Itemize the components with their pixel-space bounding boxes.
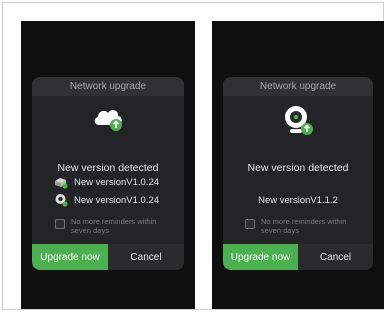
- right-screen: Network upgrade New version detected New…: [212, 21, 384, 309]
- reminder-label: No more reminders within seven days: [261, 217, 347, 235]
- upgrade-now-button[interactable]: Upgrade now: [223, 244, 298, 270]
- reminder-checkbox[interactable]: [55, 219, 65, 229]
- frame: Network upgrade New version detected New…: [2, 2, 384, 310]
- upgrade-dialog: Network upgrade New version detected New…: [32, 77, 184, 270]
- cloud-upgrade-icon: [94, 110, 122, 131]
- camera-upgrade-icon: [285, 106, 313, 135]
- reminder-checkbox[interactable]: [245, 219, 255, 229]
- reminder-option[interactable]: No more reminders within seven days: [32, 217, 184, 235]
- version-row: New versionV1.0.24: [54, 175, 178, 189]
- version-text: New versionV1.0.24: [74, 194, 160, 206]
- version-row: New versionV1.0.24: [54, 193, 178, 207]
- left-screen: Network upgrade New version detected New…: [21, 21, 195, 309]
- reminder-option[interactable]: No more reminders within seven days: [223, 217, 373, 235]
- upgrade-now-button[interactable]: Upgrade now: [32, 244, 108, 270]
- cancel-button[interactable]: Cancel: [108, 244, 184, 270]
- cancel-button[interactable]: Cancel: [298, 244, 373, 270]
- upgrade-dialog: Network upgrade New version detected New…: [223, 77, 373, 270]
- dialog-header: Network upgrade: [32, 77, 184, 96]
- camera-icon: [55, 194, 68, 207]
- dialog-title: New version detected: [247, 162, 349, 174]
- version-text: New versionV1.0.24: [74, 176, 160, 188]
- router-icon: [55, 178, 68, 189]
- dialog-title: New version detected: [57, 162, 159, 174]
- reminder-label: No more reminders within seven days: [71, 217, 157, 235]
- button-row: Upgrade now Cancel: [223, 244, 373, 270]
- dialog-header: Network upgrade: [223, 77, 373, 96]
- button-row: Upgrade now Cancel: [32, 244, 184, 270]
- version-text: New versionV1.1.2: [258, 195, 338, 206]
